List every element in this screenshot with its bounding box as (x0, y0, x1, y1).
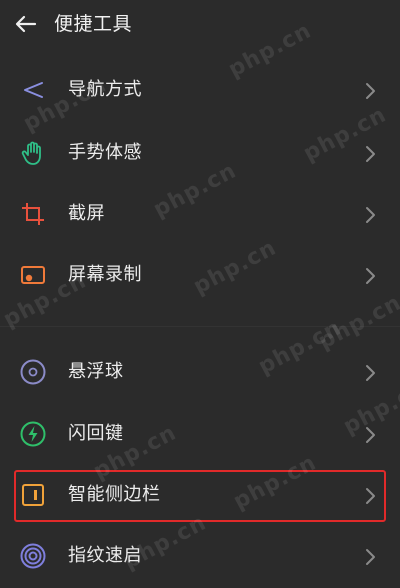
page-title: 便捷工具 (54, 13, 133, 35)
chevron-right-icon (366, 268, 375, 284)
list-item-fingerprint-quick-launch[interactable]: 指纹速启 (0, 526, 400, 588)
chevron-right-icon (366, 207, 375, 223)
arrow-left-icon (15, 15, 37, 33)
header: 便捷工具 (0, 0, 400, 50)
item-label: 闪回键 (68, 423, 124, 444)
highlight-box (14, 470, 386, 522)
item-label: 截屏 (68, 203, 105, 224)
item-label: 导航方式 (68, 79, 142, 100)
floating-ball-icon (18, 357, 48, 387)
chevron-right-icon (366, 427, 375, 443)
list-item-flashback-key[interactable]: 闪回键 (0, 404, 400, 466)
list-item-screen-record[interactable]: 屏幕录制 (0, 245, 400, 307)
section-divider (0, 326, 400, 327)
hand-gesture-icon (18, 138, 48, 168)
item-label: 悬浮球 (68, 361, 124, 382)
chevron-right-icon (366, 549, 375, 565)
list-item-gesture-motion[interactable]: 手势体感 (0, 123, 400, 185)
chevron-right-icon (366, 83, 375, 99)
chevron-right-icon (366, 365, 375, 381)
list-item-navigation-mode[interactable]: 导航方式 (0, 60, 400, 122)
chevron-right-icon (366, 146, 375, 162)
list-item-screenshot[interactable]: 截屏 (0, 184, 400, 246)
navigation-icon (18, 75, 48, 105)
flashback-icon (18, 419, 48, 449)
item-label: 手势体感 (68, 142, 142, 163)
item-label: 屏幕录制 (68, 264, 142, 285)
item-label: 指纹速启 (68, 545, 142, 566)
crop-icon (18, 199, 48, 229)
back-button[interactable] (12, 10, 40, 38)
fingerprint-icon (18, 541, 48, 571)
list-item-floating-ball[interactable]: 悬浮球 (0, 342, 400, 404)
screen-record-icon (18, 260, 48, 290)
